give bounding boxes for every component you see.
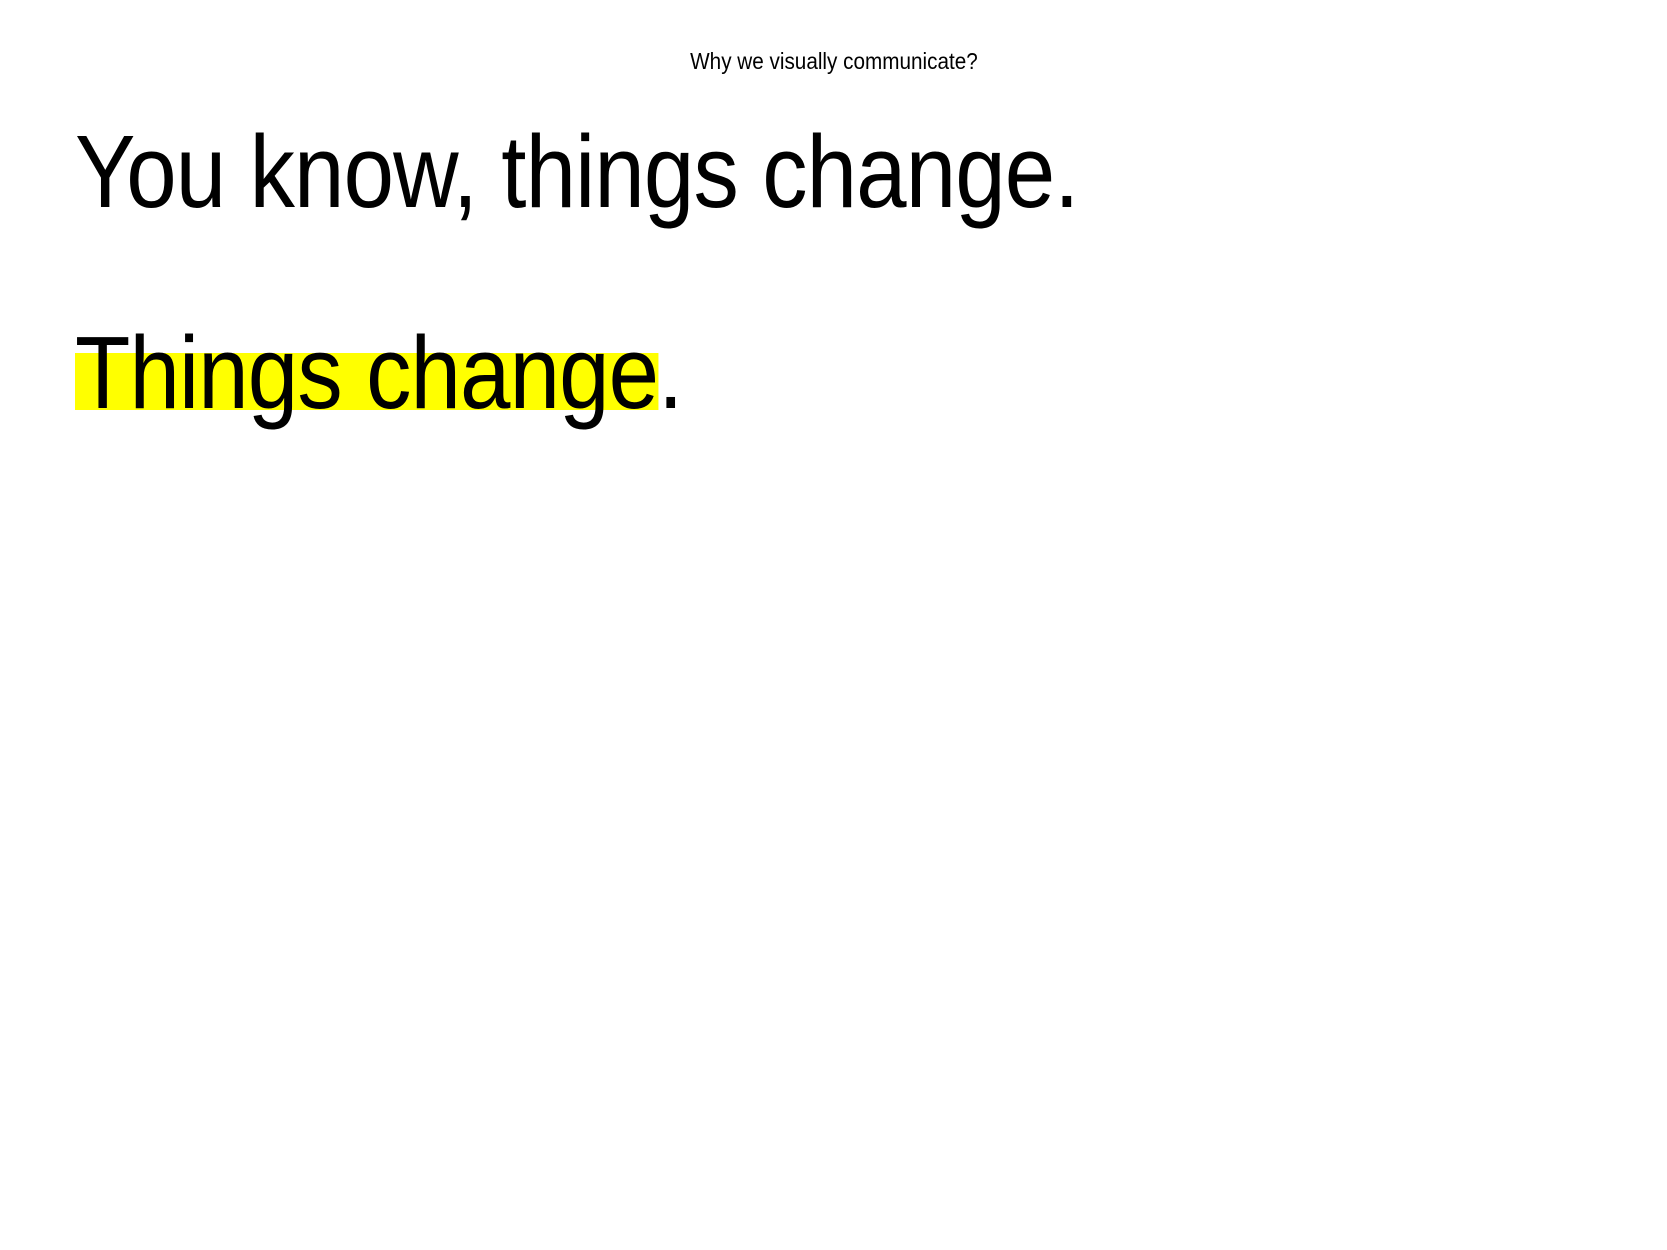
- highlighted-text: Things change: [75, 315, 659, 430]
- slide-header-title: Why we visually communicate?: [690, 48, 978, 74]
- statement-punctuation: .: [658, 315, 683, 430]
- statement: Things change.: [75, 313, 683, 433]
- highlighted-phrase: Things change: [75, 313, 659, 433]
- slide: Why we visually communicate? You know, t…: [0, 0, 1667, 1250]
- headline: You know, things change.: [75, 114, 1079, 229]
